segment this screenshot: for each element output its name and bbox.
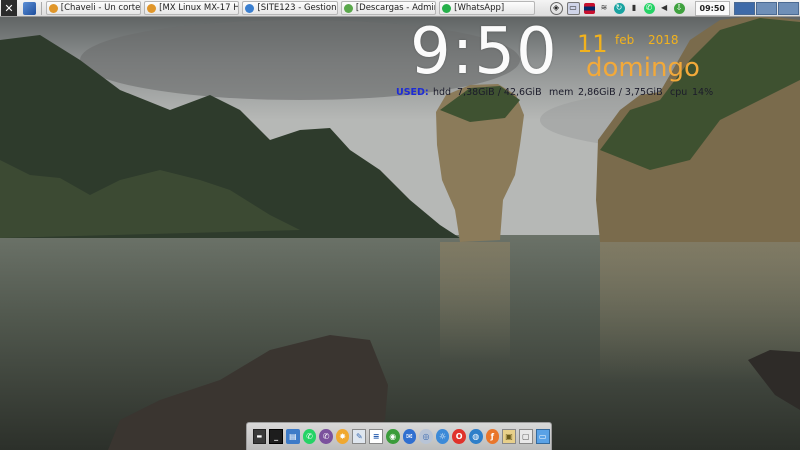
firefox-icon [147, 3, 157, 13]
task-label: [MX Linux MX-17 Hor... [159, 3, 238, 13]
photos-icon[interactable]: ▣ [502, 429, 516, 444]
settings-icon[interactable]: ☼ [435, 429, 450, 444]
whatsapp-icon[interactable]: ✆ [643, 2, 655, 14]
firefox-icon [48, 3, 58, 13]
conky-weekday: domingo [586, 53, 700, 83]
network-icon[interactable]: ▭ [566, 1, 580, 15]
email-icon[interactable]: ✉ [402, 429, 417, 444]
terminal-icon[interactable]: ▬ [252, 429, 267, 444]
system-tray: ◈ ▭ ≋ ↻ ▮ ✆ ◀ ⇩ [548, 1, 687, 15]
viber-icon[interactable]: ✆ [319, 429, 333, 444]
task-label: [Descargas - Admini... [355, 3, 435, 13]
taskbar-task-mx-linux[interactable]: [MX Linux MX-17 Hor... [144, 1, 240, 15]
earth-icon[interactable]: ◍ [468, 429, 483, 444]
wifi-icon[interactable]: ≋ [599, 3, 610, 14]
start-menu-button[interactable]: ✕ [1, 0, 17, 16]
conky-clock-time: 9:50 [410, 15, 558, 89]
workspace-1[interactable] [733, 1, 755, 15]
archive-icon[interactable]: ▢ [518, 429, 533, 444]
task-label: [SITE123 - Gestionar... [257, 3, 337, 13]
rss-icon[interactable]: ◉ [386, 429, 400, 444]
conky-hdd-value: 7,38GiB / 42,6GiB [457, 87, 542, 98]
task-label: [WhatsApp] [454, 3, 505, 13]
taskbar-separator [40, 1, 42, 15]
taskbar-clock[interactable]: 09:50 [694, 0, 730, 16]
conky-hdd-label: hdd [433, 87, 452, 98]
console-icon[interactable]: _ [269, 429, 284, 444]
workspace-2[interactable] [755, 1, 777, 15]
task-label: [Chaveli - Un corte e... [60, 3, 141, 13]
conky-mem-label: mem [549, 87, 574, 98]
file-manager-icon [343, 3, 353, 13]
workspace-pager [733, 1, 800, 15]
workspace-3[interactable] [777, 1, 799, 15]
show-desktop-icon[interactable] [22, 1, 36, 15]
media-icon[interactable]: ✸ [335, 429, 350, 444]
conky-cpu-value: 14% [692, 87, 714, 98]
document-icon[interactable]: ≡ [369, 429, 383, 444]
taskbar-task-descargas[interactable]: [Descargas - Admini... [340, 1, 437, 15]
taskbar-task-whatsapp[interactable]: [WhatsApp] [439, 1, 535, 15]
conky-year: 2018 [648, 33, 679, 47]
opera-icon[interactable]: O [452, 429, 466, 444]
taskbar-task-site123[interactable]: [SITE123 - Gestionar... [242, 1, 338, 15]
updates-icon[interactable]: ⇩ [673, 2, 685, 14]
conky-cpu-label: cpu [670, 87, 688, 98]
browser-icon[interactable]: ◎ [419, 429, 433, 444]
firefox-icon[interactable]: ƒ [485, 429, 500, 444]
conky-used-label: USED: [396, 87, 429, 98]
battery-icon[interactable]: ▮ [629, 3, 640, 14]
application-dock: ▬ _ ▤ ✆ ✆ ✸ ✎ ≡ ◉ ✉ ◎ ☼ O ◍ ƒ ▣ ▢ ▭ [246, 422, 552, 450]
sync-icon[interactable]: ↻ [613, 2, 625, 14]
volume-icon[interactable]: ◀ [659, 3, 670, 14]
taskbar: ✕ [Chaveli - Un corte e... [MX Linux MX-… [0, 0, 800, 17]
conky-month: feb [615, 33, 635, 47]
taskbar-task-chaveli[interactable]: [Chaveli - Un corte e... [45, 1, 142, 15]
manager-icon[interactable]: ◈ [549, 1, 563, 15]
whatsapp-icon[interactable]: ✆ [302, 429, 317, 444]
flag-icon[interactable] [583, 2, 595, 14]
desktop-icon[interactable]: ▭ [535, 429, 550, 444]
editor-icon[interactable]: ✎ [352, 429, 367, 444]
file-manager-icon[interactable]: ▤ [286, 429, 300, 444]
browser-icon [245, 3, 255, 13]
whatsapp-icon [442, 3, 452, 13]
conky-mem-value: 2,86GiB / 3,75GiB [578, 87, 663, 98]
